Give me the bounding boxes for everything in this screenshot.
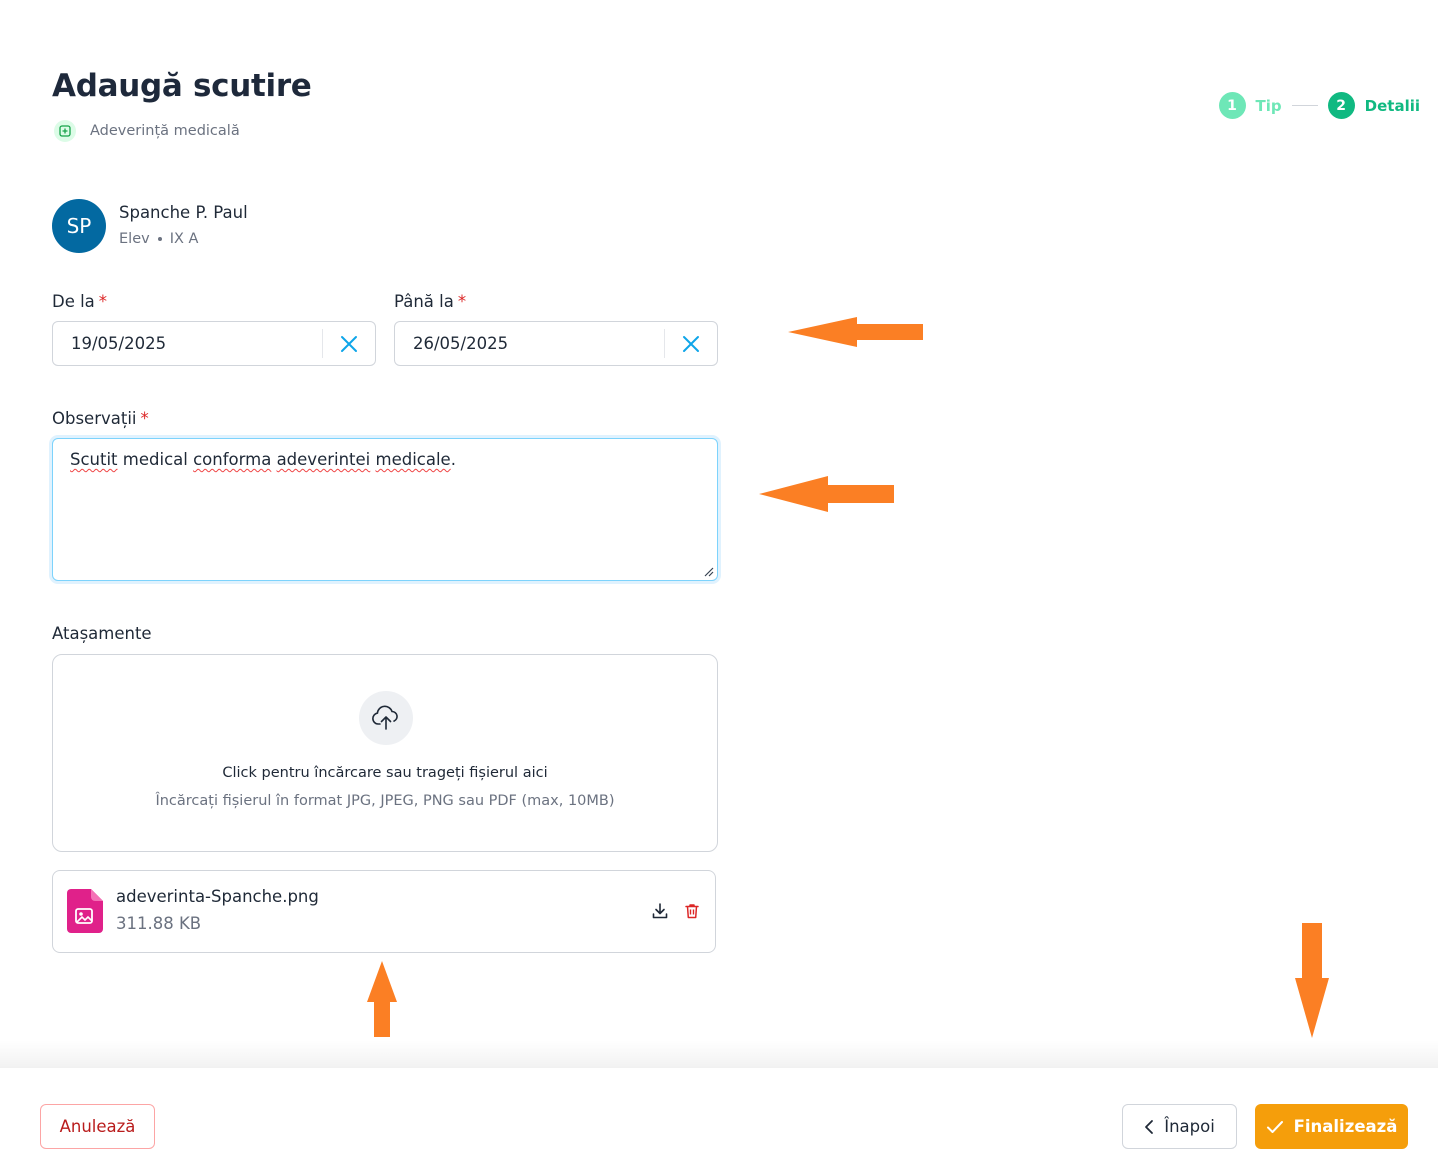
separator-dot — [157, 237, 162, 241]
finish-button[interactable]: Finalizează — [1255, 1104, 1408, 1149]
notes-word: medicale — [375, 450, 451, 469]
resize-handle-icon[interactable] — [702, 565, 714, 577]
image-file-icon — [67, 889, 103, 933]
required-mark: * — [98, 292, 108, 311]
step-detalii: 2 Detalii — [1327, 92, 1420, 119]
avatar: SP — [52, 199, 106, 253]
person-class: IX A — [169, 231, 199, 247]
trash-icon[interactable] — [683, 902, 701, 920]
notes-label-text: Observații — [52, 409, 137, 428]
required-mark: * — [457, 292, 467, 311]
notes-word: adeverintei — [276, 450, 371, 469]
attachments-label: Atașamente — [52, 624, 152, 643]
file-size: 311.88 KB — [116, 914, 202, 933]
notes-word: medical — [122, 450, 188, 469]
step-tip[interactable]: 1 Tip — [1218, 92, 1282, 119]
from-date-label: De la * — [52, 292, 107, 311]
chevron-left-icon — [1145, 1119, 1154, 1134]
file-name: adeverinta-Spanche.png — [116, 887, 319, 906]
to-date-value[interactable]: 26/05/2025 — [395, 334, 664, 353]
upload-title: Click pentru încărcare sau trageți fișie… — [222, 765, 548, 781]
step-number: 1 — [1218, 92, 1246, 119]
step-number: 2 — [1327, 92, 1355, 119]
finish-button-label: Finalizează — [1293, 1117, 1398, 1136]
arrow-annotation-finish — [1295, 923, 1329, 1038]
person-meta: Elev IX A — [119, 231, 198, 247]
page-title: Adaugă scutire — [52, 68, 312, 104]
clear-from-date-button[interactable] — [323, 322, 375, 365]
from-date-value[interactable]: 19/05/2025 — [53, 334, 322, 353]
stepper: 1 Tip 2 Detalii — [1218, 92, 1420, 119]
exemption-type-label: Adeverință medicală — [90, 123, 240, 139]
back-button-label: Înapoi — [1164, 1117, 1215, 1136]
step-connector — [1291, 105, 1318, 106]
required-mark: * — [140, 409, 149, 428]
to-date-label-text: Până la — [394, 292, 454, 311]
to-date-label: Până la * — [394, 292, 466, 311]
person-name: Spanche P. Paul — [119, 203, 248, 222]
download-icon[interactable] — [651, 902, 669, 920]
add-exemption-page: Adaugă scutire Adeverință medicală 1 Tip… — [0, 0, 1438, 1161]
cancel-button[interactable]: Anulează — [40, 1104, 155, 1149]
arrow-annotation-notes — [759, 476, 894, 512]
footer-bar: Anulează Înapoi Finalizează — [0, 1067, 1438, 1161]
back-button[interactable]: Înapoi — [1122, 1104, 1237, 1149]
from-date-input[interactable]: 19/05/2025 — [52, 321, 376, 366]
notes-textarea[interactable]: Scutit medical conforma adeverintei medi… — [52, 438, 718, 581]
close-icon — [341, 335, 357, 352]
step-label: Tip — [1255, 96, 1282, 115]
clear-to-date-button[interactable] — [665, 322, 717, 365]
notes-period: . — [450, 450, 456, 469]
exemption-type: Adeverință medicală — [54, 120, 240, 142]
from-date-label-text: De la — [52, 292, 95, 311]
footer-shadow — [0, 1040, 1438, 1067]
person-role: Elev — [119, 231, 150, 247]
notes-label: Observații * — [52, 409, 149, 428]
upload-cloud-icon — [359, 691, 413, 745]
upload-dropzone[interactable]: Click pentru încărcare sau trageți fișie… — [52, 654, 718, 852]
to-date-input[interactable]: 26/05/2025 — [394, 321, 718, 366]
notes-word: Scutit — [70, 450, 118, 469]
step-label: Detalii — [1364, 96, 1420, 115]
arrow-annotation-file — [367, 961, 397, 1037]
arrow-annotation-dates — [788, 317, 923, 347]
notes-word: conforma — [193, 450, 272, 469]
medical-plus-icon — [54, 120, 76, 142]
attached-file: adeverinta-Spanche.png 311.88 KB — [52, 870, 716, 953]
check-icon — [1266, 1120, 1283, 1133]
upload-hint: Încărcați fișierul în format JPG, JPEG, … — [155, 793, 615, 809]
close-icon — [683, 335, 699, 352]
